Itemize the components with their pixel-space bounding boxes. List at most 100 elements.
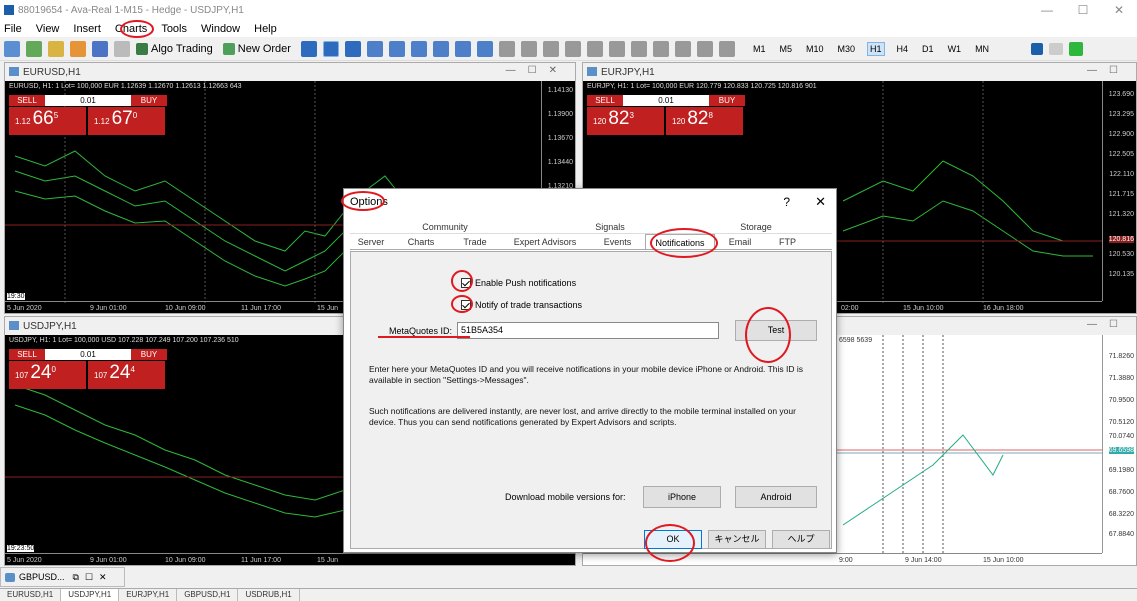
chart-window-controls[interactable]: —☐ [1087,65,1130,76]
timeframe-w1[interactable]: W1 [946,43,964,55]
bid-big: 24 [30,362,52,383]
ask-price[interactable]: 1.12 67 0 [88,107,165,135]
minimized-window-gbpusd[interactable]: GBPUSD... ⧉ ☐ ✕ [0,567,125,587]
chat-icon[interactable] [1049,42,1064,55]
tab-community[interactable]: Community [350,220,540,233]
tab-expert-advisors[interactable]: Expert Advisors [500,234,590,249]
metaquotes-id-input[interactable]: 51B5A354 [457,322,719,339]
indicators-icon[interactable] [476,40,493,57]
menu-tools[interactable]: Tools [161,23,187,35]
sell-button[interactable]: SELL [587,95,623,106]
shapes-icon[interactable] [696,40,713,57]
menu-window[interactable]: Window [201,23,240,35]
sell-button[interactable]: SELL [9,349,45,360]
bid-price[interactable]: 120 82 3 [587,107,664,135]
menu-view[interactable]: View [36,23,60,35]
zoom-out-icon[interactable] [388,40,405,57]
menu-insert[interactable]: Insert [73,23,101,35]
market-watch-icon[interactable] [48,40,64,57]
notify-trade-checkbox[interactable]: Notify of trade transactions [461,300,582,310]
crosshair-icon[interactable] [520,40,537,57]
timeframe-h4[interactable]: H4 [895,43,911,55]
line-chart-icon[interactable] [344,40,361,57]
maximize-icon[interactable]: ☐ [85,572,93,583]
chart-icon [9,321,19,330]
data-window-icon[interactable] [92,40,108,57]
autoscroll-icon[interactable] [432,40,449,57]
android-button[interactable]: Android [735,486,817,508]
minimize-button[interactable]: — [1029,0,1065,20]
ask-price[interactable]: 120 82 8 [666,107,743,135]
y-tick: 69.1980 [1108,467,1134,474]
timeframe-h1[interactable]: H1 [867,41,885,56]
search-icon[interactable] [1031,42,1044,55]
chart-window-controls[interactable]: —☐ [1087,319,1130,330]
lot-size-input[interactable]: 0.01 [623,95,709,106]
tab-signals[interactable]: Signals [540,220,680,233]
close-button[interactable]: ✕ [1101,0,1137,20]
label-icon[interactable] [674,40,691,57]
candlestick-icon[interactable] [322,40,339,57]
new-chart-icon[interactable] [4,40,20,57]
horizontal-line-icon[interactable] [564,40,581,57]
lot-size-input[interactable]: 0.01 [45,95,131,106]
zoom-in-icon[interactable] [366,40,383,57]
chart-title: USDJPY,H1 [23,320,77,332]
tile-windows-icon[interactable] [410,40,427,57]
tab-email[interactable]: Email [715,234,765,249]
dialog-close-button[interactable]: ✕ [815,194,826,210]
menu-help[interactable]: Help [254,23,277,35]
timeframe-d1[interactable]: D1 [920,43,936,55]
chart-window-controls[interactable]: —☐✕ [506,65,569,76]
tab-charts[interactable]: Charts [392,234,450,249]
bid-price[interactable]: 1.12 66 5 [9,107,86,135]
cancel-button[interactable]: キャンセル [708,530,766,549]
timeframe-m10[interactable]: M10 [804,43,826,55]
menu-file[interactable]: File [4,23,22,35]
restore-icon[interactable]: ⧉ [73,572,79,583]
sell-button[interactable]: SELL [9,95,45,106]
elliott-icon[interactable] [718,40,735,57]
buy-button[interactable]: BUY [131,349,167,360]
tab-server[interactable]: Server [350,234,392,249]
bar-chart-icon[interactable] [300,40,317,57]
help-icon[interactable]: ? [783,195,790,209]
new-order-button[interactable]: New Order [222,42,291,55]
lot-size-input[interactable]: 0.01 [45,349,131,360]
ask-price[interactable]: 107 24 4 [88,361,165,389]
buy-button[interactable]: BUY [131,95,167,106]
bid-price[interactable]: 107 24 0 [9,361,86,389]
iphone-button[interactable]: iPhone [643,486,721,508]
download-label: Download mobile versions for: [505,492,626,502]
buy-button[interactable]: BUY [709,95,745,106]
tab-usdjpy[interactable]: USDJPY,H1 [61,589,120,601]
tab-events[interactable]: Events [590,234,645,249]
timeframe-m5[interactable]: M5 [777,43,794,55]
tab-eurjpy[interactable]: EURJPY,H1 [119,589,178,601]
fibonacci-icon[interactable] [630,40,647,57]
algo-trading-button[interactable]: Algo Trading [136,42,213,55]
vertical-line-icon[interactable] [542,40,559,57]
bid-sup: 5 [53,111,59,120]
y-tick: 71.3880 [1108,375,1134,382]
tab-ftp[interactable]: FTP [765,234,810,249]
trendline-icon[interactable] [586,40,603,57]
tab-usdrub[interactable]: USDRUB,H1 [238,589,300,601]
close-icon[interactable]: ✕ [99,572,107,583]
channel-icon[interactable] [608,40,625,57]
enable-push-checkbox[interactable]: Enable Push notifications [461,278,576,288]
profiles-icon[interactable] [26,40,42,57]
tab-eurusd[interactable]: EURUSD,H1 [0,589,62,601]
text-icon[interactable] [652,40,669,57]
signals-icon[interactable] [114,40,130,57]
cursor-icon[interactable] [498,40,515,57]
timeframe-mn[interactable]: MN [973,43,991,55]
timeframe-m30[interactable]: M30 [836,43,858,55]
navigator-icon[interactable] [70,40,86,57]
chart-shift-icon[interactable] [454,40,471,57]
help-button[interactable]: ヘルプ [772,530,830,549]
timeframe-m1[interactable]: M1 [751,43,768,55]
maximize-button[interactable]: ☐ [1065,0,1101,20]
tab-trade[interactable]: Trade [450,234,500,249]
tab-gbpusd[interactable]: GBPUSD,H1 [177,589,239,601]
